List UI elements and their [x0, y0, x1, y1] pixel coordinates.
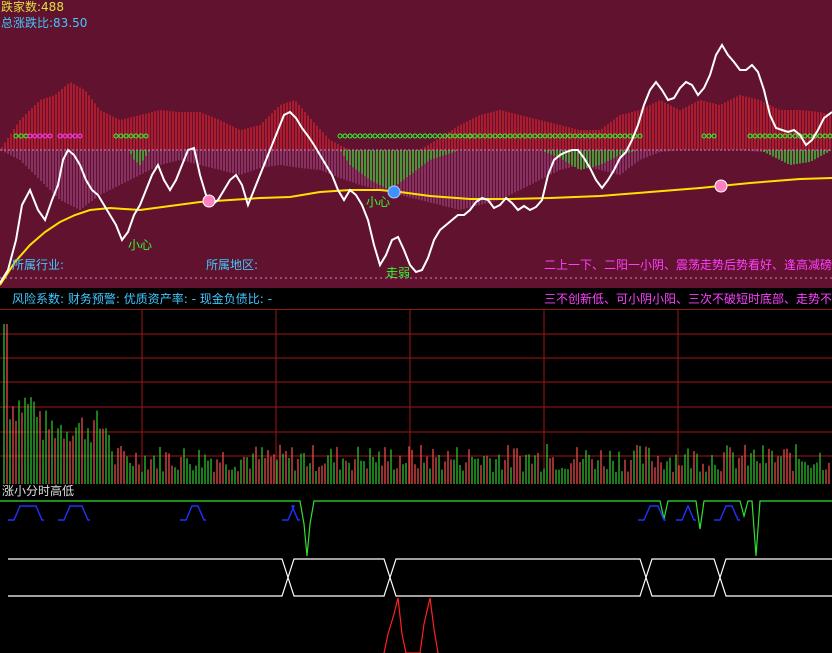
signal-canvas	[0, 500, 832, 653]
blue-signal-mark	[8, 505, 44, 521]
blue-signal-mark	[714, 505, 740, 521]
signal-dot	[407, 133, 413, 139]
signal-dot	[377, 133, 383, 139]
blue-signal-mark	[180, 505, 206, 521]
signal-diamond-1[interactable]	[202, 194, 216, 208]
signal-dot	[352, 133, 358, 139]
blue-signal-marks	[8, 504, 740, 521]
oscillator-bars	[1, 82, 831, 210]
region-label: 所属地区:	[206, 258, 259, 272]
annotation-xiaoxin-1: 小心	[128, 238, 153, 252]
signal-dot	[387, 133, 393, 139]
signal-dot	[422, 133, 428, 139]
ratio-value: 83.50	[53, 16, 88, 30]
blue-signal-mark	[282, 505, 300, 521]
strategy-tip-1: 二上一下、二阳一小阴、震荡走势后势看好、逢高减磅	[544, 258, 832, 272]
annotation-zouruo: 走弱	[386, 266, 411, 280]
stock-chart-window: 跌家数:488 总涨跌比:83.50 小心 小心 走弱 所属行业: 所属地区: …	[0, 0, 832, 653]
fall-count-value: 488	[41, 0, 64, 14]
annotation-xiaoxin-2: 小心	[366, 195, 391, 209]
volume-panel[interactable]	[0, 310, 832, 484]
main-chart-canvas	[0, 43, 832, 286]
red-spike-line	[383, 597, 439, 653]
signal-dot	[342, 133, 348, 139]
signal-dot	[357, 133, 363, 139]
signal-dot	[417, 133, 423, 139]
signal-dot	[372, 133, 378, 139]
green-signal-line	[0, 500, 832, 557]
signal-dot	[412, 133, 418, 139]
volume-canvas	[0, 310, 832, 484]
signal-dot	[427, 133, 433, 139]
signal-dot	[392, 133, 398, 139]
signal-dot	[337, 133, 343, 139]
signal-subpanel[interactable]: 涨小分时高低	[0, 484, 832, 653]
blue-signal-mark	[58, 505, 90, 521]
signal-dot	[382, 133, 388, 139]
risk-info-text: 风险系数: 财务预警: 优质资产率: - 现金负债比: -	[12, 292, 272, 306]
signal-dot	[347, 133, 353, 139]
signal-dot	[362, 133, 368, 139]
fall-count-label: 跌家数:	[1, 0, 42, 14]
signal-dot	[432, 133, 438, 139]
signal-diamond-3[interactable]	[714, 179, 728, 193]
main-indicator-panel[interactable]: 跌家数:488 总涨跌比:83.50 小心 小心 走弱 所属行业: 所属地区: …	[0, 0, 832, 288]
industry-label: 所属行业:	[12, 258, 65, 272]
ratio-label: 总涨跌比:	[1, 16, 54, 30]
signal-dot	[437, 133, 443, 139]
ratio: 总涨跌比:83.50	[1, 16, 87, 30]
volume-bars	[3, 324, 830, 484]
signal-dot	[367, 133, 373, 139]
strategy-tip-2: 三不创新低、可小阴小阳、三次不破短时底部、走势不	[544, 292, 832, 306]
signal-dot	[397, 133, 403, 139]
blue-signal-mark	[676, 504, 696, 521]
risk-info-bar: 风险系数: 财务预警: 优质资产率: - 现金负债比: - 三不创新低、可小阴小…	[0, 289, 832, 310]
volume-grid	[0, 310, 832, 484]
signal-dot	[402, 133, 408, 139]
white-band-bottom	[8, 558, 832, 597]
white-band-top	[8, 558, 832, 597]
fall-count: 跌家数:488	[1, 0, 64, 14]
